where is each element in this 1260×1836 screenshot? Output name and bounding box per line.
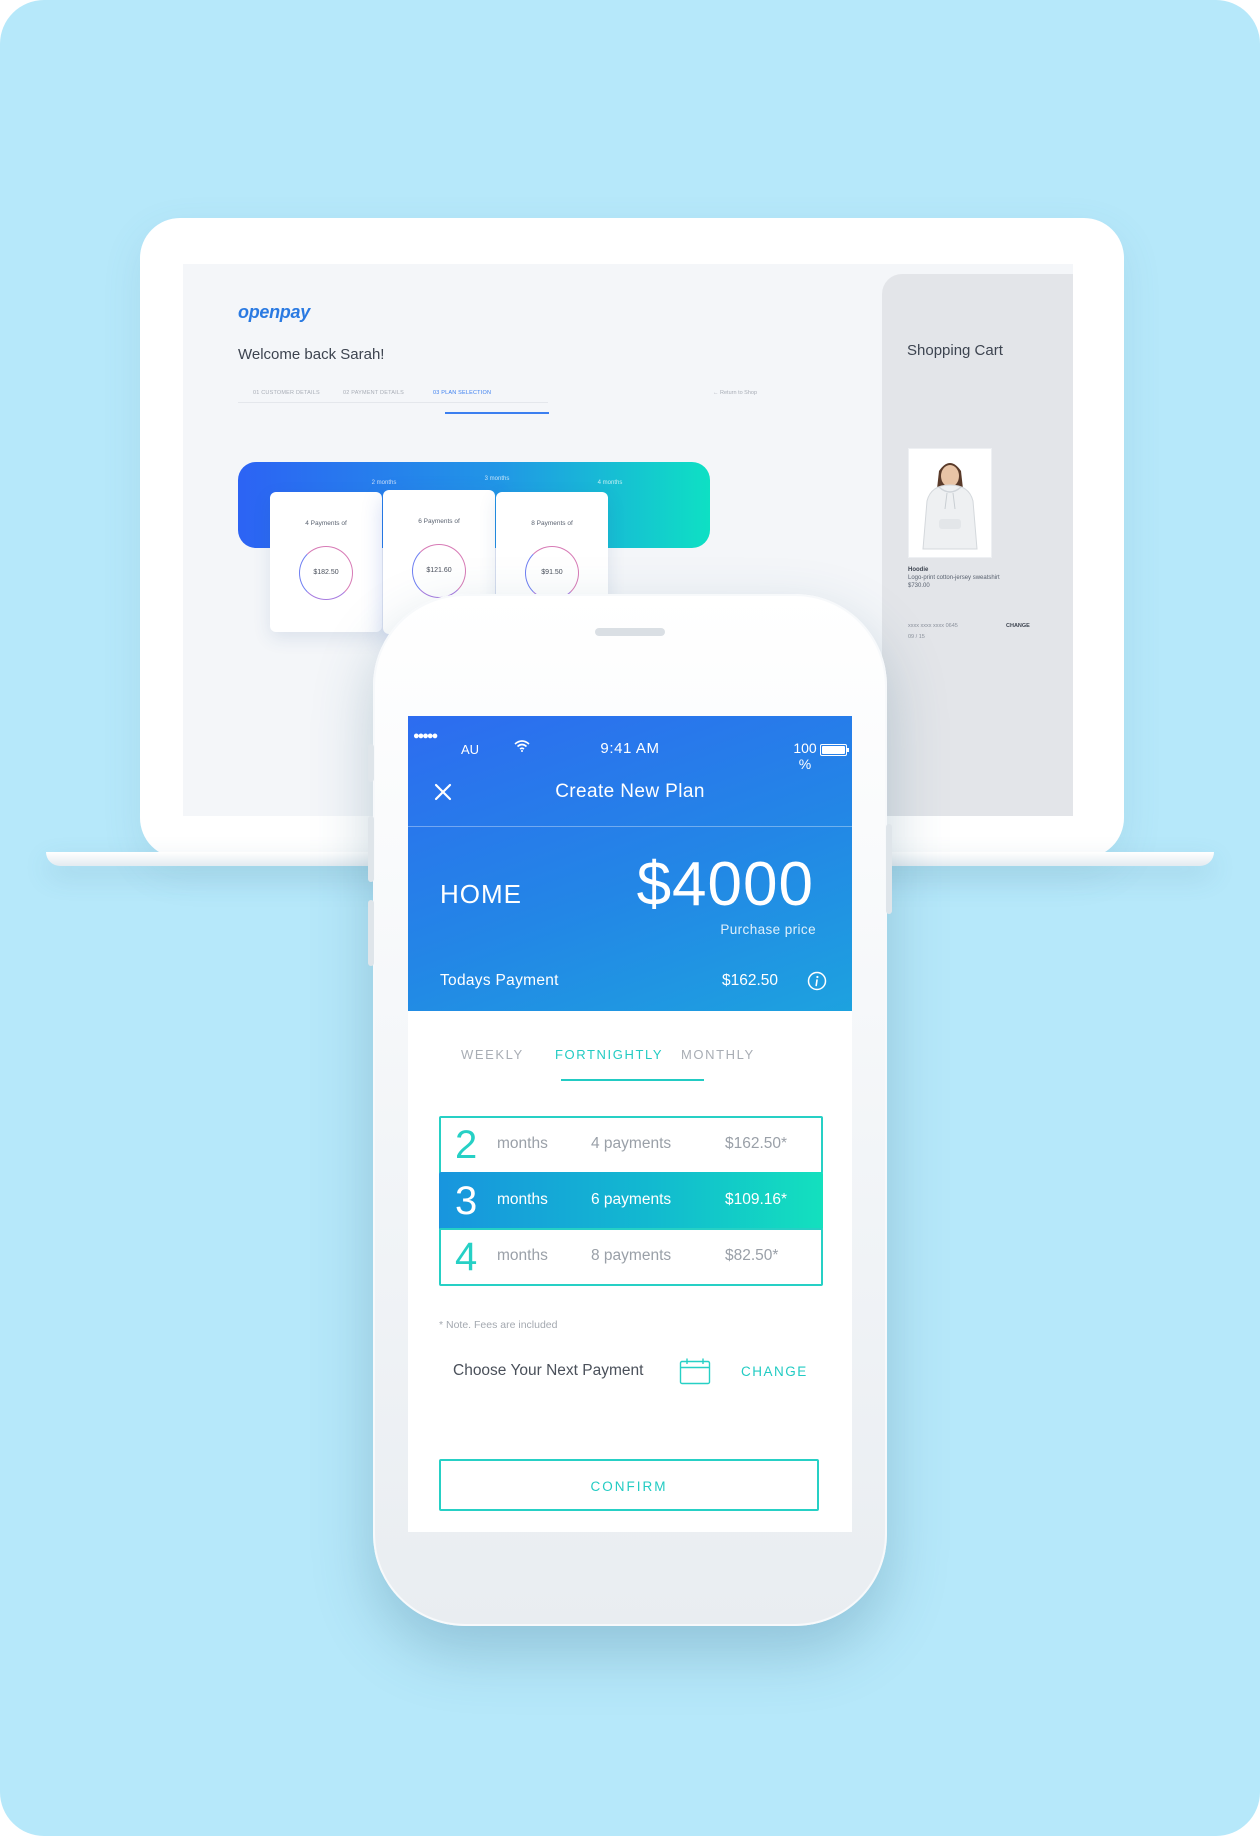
- phone-speaker: [595, 628, 665, 636]
- option-duration-unit: months: [497, 1191, 548, 1208]
- step-payment-details[interactable]: 02 PAYMENT DETAILS: [343, 390, 404, 396]
- active-step-underline: [445, 412, 549, 414]
- plan-name: HOME: [440, 879, 522, 909]
- option-payment-amount: $162.50*: [725, 1135, 788, 1152]
- battery-tip: [847, 748, 849, 752]
- hoodie-model-illustration: [909, 449, 991, 557]
- page-title: Create New Plan: [555, 781, 705, 802]
- plan-card-amount: $182.50: [313, 569, 339, 576]
- active-tab-indicator: [561, 1079, 704, 1081]
- plan-card-title: 6 Payments of: [418, 518, 460, 525]
- option-payment-count: 8 payments: [591, 1247, 672, 1264]
- step-customer-details[interactable]: 01 CUSTOMER DETAILS: [253, 390, 320, 396]
- plan-card-amount: $121.60: [426, 567, 452, 574]
- purchase-price: $4000: [636, 850, 814, 919]
- welcome-heading: Welcome back Sarah!: [238, 346, 385, 363]
- confirm-button[interactable]: CONFIRM: [439, 1459, 819, 1511]
- option-payment-amount: $82.50*: [725, 1247, 779, 1264]
- fees-note: * Note. Fees are included: [439, 1319, 558, 1331]
- change-card-link[interactable]: CHANGE: [1006, 623, 1030, 629]
- card-expiry: 09 / 15: [908, 634, 925, 640]
- plan-option-2-months[interactable]: 2 months 4 payments $162.50*: [439, 1116, 823, 1174]
- todays-payment-amount: $162.50: [722, 972, 779, 989]
- product-image: [908, 448, 992, 558]
- cart-title: Shopping Cart: [907, 342, 1003, 359]
- plan-option-3-months[interactable]: 3 months 6 payments $109.16*: [439, 1172, 823, 1230]
- product-description: Logo-print cotton-jersey sweatshirt: [908, 575, 1000, 581]
- plan-option-4-months[interactable]: 4 months 8 payments $82.50*: [439, 1228, 823, 1286]
- option-duration-number: 3: [455, 1179, 478, 1223]
- todays-payment-label: Todays Payment: [440, 972, 559, 989]
- phone-power-button: [886, 824, 892, 914]
- calendar-icon[interactable]: [679, 1357, 711, 1385]
- status-time: 9:41 AM: [600, 740, 660, 757]
- option-payment-count: 6 payments: [591, 1191, 672, 1208]
- option-duration-unit: months: [497, 1247, 548, 1264]
- card-number: xxxx xxxx xxxx 0645: [908, 623, 958, 629]
- option-duration-number: 4: [455, 1235, 478, 1279]
- phone-mute-switch: [368, 744, 374, 782]
- purchase-price-caption: Purchase price: [720, 922, 816, 937]
- checkout-steps: 01 CUSTOMER DETAILS 02 PAYMENT DETAILS 0…: [238, 380, 548, 403]
- battery-level: [822, 746, 845, 754]
- plan-duration-label: 3 months: [484, 476, 510, 482]
- shopping-cart-panel: Shopping Cart Hoodie Logo-print cotton-j…: [882, 274, 1073, 816]
- return-to-shop-label: Return to Shop: [720, 390, 758, 396]
- battery-icon: [820, 744, 847, 756]
- frequency-tabs: WEEKLY FORTNIGHTLY MONTHLY: [408, 1011, 852, 1081]
- tab-weekly[interactable]: WEEKLY: [461, 1047, 524, 1062]
- option-duration-number: 2: [455, 1123, 478, 1167]
- phone-volume-down: [368, 900, 374, 966]
- header-divider: [408, 826, 852, 827]
- tab-fortnightly[interactable]: FORTNIGHTLY: [555, 1047, 663, 1062]
- phone-frame: ●●●●● AU 9:41 AM 100 % Create New Plan H…: [368, 594, 892, 1626]
- plan-card[interactable]: 4 Payments of $182.50: [270, 492, 382, 632]
- plan-card-title: 8 Payments of: [531, 520, 573, 527]
- option-payment-amount: $109.16*: [725, 1191, 788, 1208]
- change-date-link[interactable]: CHANGE: [741, 1364, 808, 1379]
- phone-volume-up: [368, 816, 374, 882]
- plan-duration-label: 4 months: [597, 480, 623, 486]
- product-price: $730.00: [908, 583, 930, 589]
- battery-percentage: 100 %: [793, 740, 817, 772]
- phone-screen: ●●●●● AU 9:41 AM 100 % Create New Plan H…: [408, 716, 852, 1532]
- plan-card-title: 4 Payments of: [305, 520, 347, 527]
- plan-card-amount: $91.50: [541, 569, 563, 576]
- step-plan-selection[interactable]: 03 PLAN SELECTION: [433, 390, 491, 396]
- info-icon[interactable]: [807, 971, 827, 991]
- plan-duration-label: 2 months: [371, 480, 397, 486]
- product-name: Hoodie: [908, 567, 929, 573]
- openpay-logo[interactable]: openpay: [238, 302, 310, 323]
- status-bar: ●●●●● AU 9:41 AM 100 %: [408, 716, 852, 772]
- option-payment-count: 4 payments: [591, 1135, 672, 1152]
- return-to-shop-link[interactable]: ← Return to Shop: [713, 390, 757, 396]
- plan-header: ●●●●● AU 9:41 AM 100 % Create New Plan H…: [408, 716, 852, 1011]
- next-payment-label: Choose Your Next Payment: [453, 1362, 644, 1379]
- tab-monthly[interactable]: MONTHLY: [681, 1047, 755, 1062]
- option-duration-unit: months: [497, 1135, 548, 1152]
